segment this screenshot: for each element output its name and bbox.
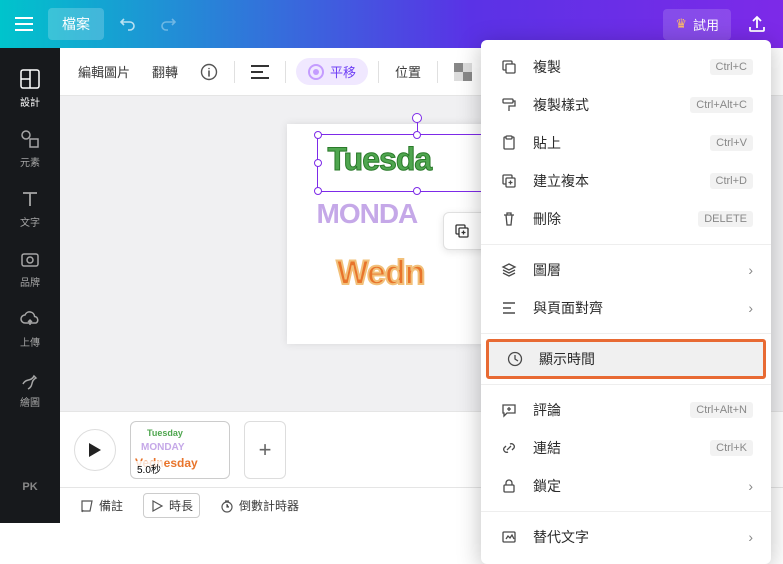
chevron-right-icon: ›	[748, 300, 753, 316]
duration-button[interactable]: 時長	[143, 493, 200, 518]
ctx-layer[interactable]: 圖層 ›	[481, 251, 771, 289]
lock-icon	[499, 476, 519, 496]
ctx-lock[interactable]: 鎖定 ›	[481, 467, 771, 505]
ctx-delete[interactable]: 刪除 DELETE	[481, 200, 771, 238]
play-icon	[150, 499, 164, 513]
sidebar-item-design[interactable]: 設計	[0, 60, 60, 116]
context-menu: 複製 Ctrl+C 複製樣式 Ctrl+Alt+C 貼上 Ctrl+V 建立複本…	[481, 40, 771, 564]
resize-handle[interactable]	[314, 187, 322, 195]
pk-logo: PK	[0, 459, 60, 515]
undo-button[interactable]	[112, 8, 144, 40]
chevron-right-icon: ›	[748, 262, 753, 278]
duplicate-icon	[499, 171, 519, 191]
notes-icon	[80, 499, 94, 513]
rotate-handle[interactable]	[412, 113, 422, 123]
flip-button[interactable]: 翻轉	[146, 58, 184, 85]
text-icon	[19, 188, 41, 210]
ctx-show-timing[interactable]: 顯示時間	[487, 340, 765, 378]
resize-handle[interactable]	[314, 159, 322, 167]
info-button[interactable]	[194, 59, 224, 85]
redo-button[interactable]	[152, 8, 184, 40]
thumb-text: MONDAY	[141, 442, 185, 453]
countdown-button[interactable]: 倒數計時器	[214, 494, 305, 517]
pan-animation-button[interactable]: 平移	[296, 58, 368, 85]
sidebar-item-draw[interactable]: 繪圖	[0, 360, 60, 416]
timer-icon	[220, 499, 234, 513]
ctx-duplicate[interactable]: 建立複本 Ctrl+D	[481, 162, 771, 200]
comment-icon	[499, 400, 519, 420]
clock-icon	[505, 349, 525, 369]
template-icon	[19, 68, 41, 90]
resize-handle[interactable]	[314, 131, 322, 139]
chevron-right-icon: ›	[748, 478, 753, 494]
pan-icon	[308, 64, 324, 80]
alt-text-icon	[499, 527, 519, 547]
brand-icon	[19, 248, 41, 270]
hamburger-menu[interactable]	[8, 8, 40, 40]
sidebar-item-upload[interactable]: 上傳	[0, 300, 60, 356]
ctx-copy-style[interactable]: 複製樣式 Ctrl+Alt+C	[481, 86, 771, 124]
ctx-alt-text[interactable]: 替代文字 ›	[481, 518, 771, 556]
clipboard-icon	[499, 133, 519, 153]
draw-icon	[19, 368, 41, 390]
shapes-icon	[19, 128, 41, 150]
layers-icon	[499, 260, 519, 280]
duplicate-icon-button[interactable]	[450, 219, 474, 243]
sidebar-item-brand[interactable]: 品牌	[0, 240, 60, 296]
crown-icon: ♛	[675, 16, 687, 32]
paint-roller-icon	[499, 95, 519, 115]
edit-image-button[interactable]: 編輯圖片	[72, 58, 136, 85]
copy-icon	[499, 57, 519, 77]
trash-icon	[499, 209, 519, 229]
thumb-duration: 5.0秒	[135, 461, 163, 476]
ctx-link[interactable]: 連結 Ctrl+K	[481, 429, 771, 467]
resize-handle[interactable]	[413, 131, 421, 139]
add-page-button[interactable]: +	[244, 421, 286, 479]
share-button[interactable]	[739, 6, 775, 42]
align-button[interactable]	[245, 61, 275, 83]
sidebar-item-elements[interactable]: 元素	[0, 120, 60, 176]
notes-button[interactable]: 備註	[74, 494, 129, 517]
ctx-comment[interactable]: 評論 Ctrl+Alt+N	[481, 391, 771, 429]
position-button[interactable]: 位置	[389, 58, 427, 85]
left-sidebar: 設計 元素 文字 品牌 上傳 繪圖 PK	[0, 48, 60, 523]
file-menu[interactable]: 檔案	[48, 8, 104, 40]
ctx-paste[interactable]: 貼上 Ctrl+V	[481, 124, 771, 162]
page-thumbnail[interactable]: Tuesday MONDAY Vednesday 5.0秒	[130, 421, 230, 479]
trial-button[interactable]: ♛ 試用	[663, 9, 731, 40]
ctx-align[interactable]: 與頁面對齊 ›	[481, 289, 771, 327]
ctx-copy[interactable]: 複製 Ctrl+C	[481, 48, 771, 86]
align-icon	[499, 298, 519, 318]
sidebar-item-text[interactable]: 文字	[0, 180, 60, 236]
cloud-upload-icon	[19, 308, 41, 330]
resize-handle[interactable]	[413, 187, 421, 195]
wednesday-text[interactable]: Wedn	[337, 254, 425, 293]
thumb-text: Tuesday	[147, 428, 183, 438]
transparency-button[interactable]	[448, 59, 478, 85]
chevron-right-icon: ›	[748, 529, 753, 545]
link-icon	[499, 438, 519, 458]
play-button[interactable]	[74, 429, 116, 471]
monday-text[interactable]: MONDA	[317, 198, 418, 230]
